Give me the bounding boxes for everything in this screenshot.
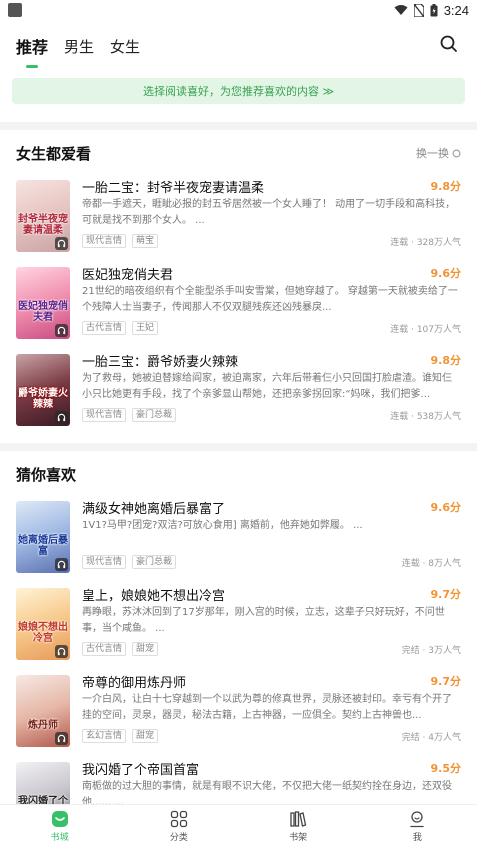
top-tab-bar: 推荐 男生 女生 (0, 20, 477, 72)
book-item[interactable]: 娘娘不想出冷宫 皇上，娘娘她不想出冷宫 9.7分 再睁眼，苏沐沐回到了17岁那年… (16, 584, 461, 671)
section-title: 猜你喜欢 (16, 465, 77, 484)
book-stat: 连载 · 328万人气 (390, 237, 461, 248)
book-tag: 古代言情 (82, 321, 127, 335)
book-description: 21世纪的暗夜组织有个全能型杀手叫安雪棠，但她穿越了。 穿越第一天就被卖给了一个… (82, 286, 458, 313)
book-score: 9.6分 (430, 267, 462, 280)
bookshelf-icon (290, 811, 307, 827)
no-sim-icon (413, 3, 424, 17)
headphone-icon (55, 732, 68, 745)
book-cover: 娘娘不想出冷宫 (16, 588, 70, 660)
cover-title: 娘娘不想出冷宫 (18, 622, 68, 644)
book-score: 9.5分 (430, 762, 462, 775)
book-item[interactable]: 封爷半夜宠妻请温柔 一胎二宝：封爷半夜宠妻请温柔 9.8分 帝都一手遮天，睚眦必… (16, 176, 461, 263)
book-stat: 完结 · 4万人气 (401, 732, 461, 743)
book-tag: 现代言情 (82, 555, 127, 569)
nav-bookshelf[interactable]: 书架 (239, 805, 358, 848)
nav-profile[interactable]: 我 (358, 805, 477, 848)
cover-title: 爵爷娇妻火辣辣 (18, 388, 68, 410)
book-title: 我闪婚了个帝国首富 (82, 762, 200, 778)
book-title: 医妃独宠俏夫君 (82, 267, 174, 283)
book-tag: 现代言情 (82, 234, 127, 248)
section-divider (0, 122, 477, 130)
book-score: 9.7分 (430, 675, 462, 688)
book-stat: 连载 · 8万人气 (401, 558, 461, 569)
headphone-icon (55, 237, 68, 250)
book-tag: 甜宠 (132, 729, 159, 743)
tab-male[interactable]: 男生 (64, 30, 94, 63)
book-tag: 现代言情 (82, 408, 127, 422)
book-description: 为了救母，她被迫替嫁给阎家，被迫离家，六年后带着仨小只回国打脸虐渣。谁知仨小只比… (82, 373, 452, 400)
book-title: 一胎三宝：爵爷娇妻火辣辣 (82, 354, 239, 370)
refresh-icon (452, 149, 461, 157)
book-score: 9.6分 (430, 501, 462, 514)
preference-banner[interactable]: 选择阅读喜好，为您推荐喜欢的内容 ≫ (12, 78, 465, 104)
book-item[interactable]: 爵爷娇妻火辣辣 一胎三宝：爵爷娇妻火辣辣 9.8分 为了救母，她被迫替嫁给阎家，… (16, 350, 461, 437)
cover-title: 封爷半夜宠妻请温柔 (18, 214, 68, 236)
profile-icon (410, 811, 425, 828)
book-title: 满级女神她离婚后暴富了 (82, 501, 226, 517)
cover-title: 医妃独宠俏夫君 (18, 301, 68, 323)
status-time: 3:24 (443, 2, 469, 18)
book-tag: 古代言情 (82, 642, 127, 656)
nav-label: 分类 (169, 833, 188, 843)
status-bar: 3:24 (0, 0, 477, 20)
book-stat: 连载 · 107万人气 (390, 324, 461, 335)
tab-female[interactable]: 女生 (110, 30, 140, 63)
book-description: 一介白风，让白十七穿越到一个以武为尊的修真世界，灵脉还被封印。幸亏有个开了挂的空… (82, 694, 452, 721)
book-cover: 封爷半夜宠妻请温柔 (16, 180, 70, 252)
book-tag: 王妃 (132, 321, 159, 335)
book-description: 再睁眼，苏沐沐回到了17岁那年，刚入宫的时候，立志，这辈子只好玩好，不问世事，当… (82, 607, 445, 634)
bookstore-icon (51, 811, 68, 827)
tab-recommend[interactable]: 推荐 (16, 28, 48, 68)
section-girls-favorite: 女生都爱看 换一换 封爷半夜宠妻请温柔 一胎二宝：封爷半夜宠妻请温柔 9.8分 … (0, 130, 477, 437)
category-icon (170, 810, 188, 828)
book-cover: 医妃独宠俏夫君 (16, 267, 70, 339)
book-cover: 炼丹师 (16, 675, 70, 747)
book-item[interactable]: 她离婚后暴富 满级女神她离婚后暴富了 9.6分 1V1?马甲?团宠?双洁?可放心… (16, 497, 461, 584)
battery-icon (430, 3, 438, 16)
bottom-nav: 书城 分类 书架 我 (0, 804, 477, 848)
wifi-icon (394, 5, 408, 15)
book-tag: 豪门总裁 (132, 408, 177, 422)
notification-icon (8, 3, 22, 17)
headphone-icon (55, 558, 68, 571)
refresh-label: 换一换 (416, 147, 449, 160)
headphone-icon (55, 324, 68, 337)
book-score: 9.8分 (430, 180, 462, 193)
book-tag: 萌宝 (132, 234, 159, 248)
nav-bookstore[interactable]: 书城 (0, 805, 119, 848)
search-icon[interactable] (439, 34, 459, 54)
book-title: 一胎二宝：封爷半夜宠妻请温柔 (82, 180, 265, 196)
book-score: 9.7分 (430, 588, 462, 601)
book-description: 1V1?马甲?团宠?双洁?可放心食用] 离婚前，他弃她如弊履。 ... (82, 520, 363, 531)
book-item[interactable]: 医妃独宠俏夫君 医妃独宠俏夫君 9.6分 21世纪的暗夜组织有个全能型杀手叫安雪… (16, 263, 461, 350)
headphone-icon (55, 645, 68, 658)
book-tag: 甜宠 (132, 642, 159, 656)
book-cover: 她离婚后暴富 (16, 501, 70, 573)
nav-label: 书架 (289, 833, 308, 843)
nav-label: 书城 (50, 833, 69, 843)
refresh-button[interactable]: 换一换 (416, 145, 461, 161)
book-tag: 玄幻言情 (82, 729, 127, 743)
nav-label: 我 (412, 833, 422, 843)
cover-title: 她离婚后暴富 (18, 535, 68, 557)
headphone-icon (55, 411, 68, 424)
book-title: 皇上，娘娘她不想出冷宫 (82, 588, 226, 604)
section-title: 女生都爱看 (16, 144, 92, 163)
section-guess-you-like: 猜你喜欢 她离婚后暴富 满级女神她离婚后暴富了 9.6分 1V1?马甲?团宠?双… (0, 451, 477, 845)
book-title: 帝尊的御用炼丹师 (82, 675, 187, 691)
book-description: 帝都一手遮天，睚眦必报的封五爷居然被一个女人睡了！ 动用了一切手段和高科技，可就… (82, 199, 456, 226)
book-stat: 完结 · 3万人气 (401, 645, 461, 656)
book-tag: 豪门总裁 (132, 555, 177, 569)
nav-category[interactable]: 分类 (119, 805, 238, 848)
book-cover: 爵爷娇妻火辣辣 (16, 354, 70, 426)
status-icons: 3:24 (394, 3, 469, 18)
section-divider (0, 443, 477, 451)
book-stat: 连载 · 538万人气 (390, 411, 461, 422)
book-score: 9.8分 (430, 354, 462, 367)
book-item[interactable]: 炼丹师 帝尊的御用炼丹师 9.7分 一介白风，让白十七穿越到一个以武为尊的修真世… (16, 671, 461, 758)
cover-title: 炼丹师 (28, 720, 58, 731)
